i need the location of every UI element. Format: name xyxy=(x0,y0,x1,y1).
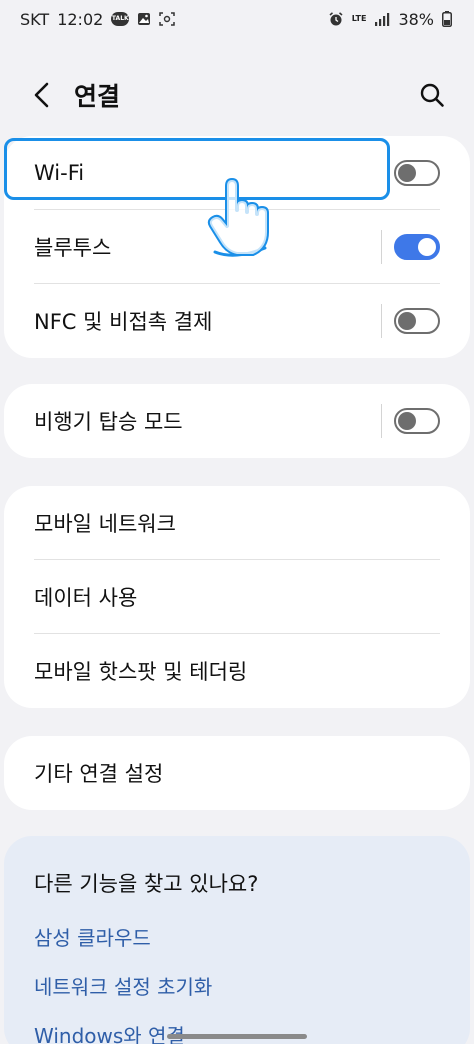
lte-label: LTE xyxy=(351,14,367,23)
connectivity-card: Wi-Fi 블루투스 NFC 및 비접촉 결제 xyxy=(4,136,470,358)
mobile-network-row[interactable]: 모바일 네트워크 xyxy=(4,486,470,560)
airplane-mode-row[interactable]: 비행기 탑승 모드 xyxy=(4,384,470,458)
back-arrow-icon xyxy=(34,82,49,108)
page-title: 연결 xyxy=(74,82,121,111)
search-button[interactable] xyxy=(414,77,450,113)
clock: 12:02 xyxy=(57,9,104,29)
network-card: 모바일 네트워크 데이터 사용 모바일 핫스팟 및 테더링 xyxy=(4,486,470,708)
battery-icon xyxy=(442,11,452,27)
app-header: 연결 xyxy=(0,60,474,130)
talk-icon: TALK xyxy=(111,12,130,26)
toggle-knob xyxy=(418,238,436,256)
gallery-icon xyxy=(137,12,151,26)
divider xyxy=(381,230,382,264)
divider xyxy=(381,404,382,438)
toggle-knob xyxy=(398,412,416,430)
windows-link[interactable]: Windows와 연결 xyxy=(34,1020,440,1044)
nfc-row[interactable]: NFC 및 비접촉 결제 xyxy=(4,284,470,358)
airplane-mode-label: 비행기 탑승 모드 xyxy=(34,410,183,434)
battery-percent: 38% xyxy=(398,9,434,29)
suggestions-card: 다른 기능을 찾고 있나요? 삼성 클라우드 네트워크 설정 초기화 Windo… xyxy=(4,836,470,1044)
nfc-toggle[interactable] xyxy=(394,308,440,334)
toggle-knob xyxy=(398,164,416,182)
airplane-card: 비행기 탑승 모드 xyxy=(4,384,470,458)
samsung-cloud-link[interactable]: 삼성 클라우드 xyxy=(34,922,440,951)
lte-icon: LTE xyxy=(352,15,367,23)
data-usage-row[interactable]: 데이터 사용 xyxy=(4,560,470,634)
more-settings-label: 기타 연결 설정 xyxy=(34,762,164,786)
mobile-network-label: 모바일 네트워크 xyxy=(34,512,176,536)
signal-icon xyxy=(374,12,390,26)
search-icon xyxy=(420,83,444,107)
hotspot-label: 모바일 핫스팟 및 테더링 xyxy=(34,660,248,684)
status-right: LTE 38% xyxy=(328,10,452,29)
toggle-knob xyxy=(398,312,416,330)
suggestions-title: 다른 기능을 찾고 있나요? xyxy=(34,872,259,896)
nfc-label: NFC 및 비접촉 결제 xyxy=(34,310,213,334)
alarm-icon xyxy=(328,11,344,27)
wifi-row[interactable]: Wi-Fi xyxy=(4,136,470,210)
bluetooth-row[interactable]: 블루투스 xyxy=(4,210,470,284)
more-settings-row[interactable]: 기타 연결 설정 xyxy=(4,736,470,810)
hotspot-row[interactable]: 모바일 핫스팟 및 테더링 xyxy=(4,634,470,708)
wifi-label: Wi-Fi xyxy=(34,161,85,185)
airplane-mode-toggle[interactable] xyxy=(394,408,440,434)
more-settings-card: 기타 연결 설정 xyxy=(4,736,470,810)
bluetooth-label: 블루투스 xyxy=(34,236,112,260)
data-usage-label: 데이터 사용 xyxy=(34,586,138,610)
status-left: SKT 12:02 TALK xyxy=(20,9,176,29)
bluetooth-toggle[interactable] xyxy=(394,234,440,260)
network-reset-link[interactable]: 네트워크 설정 초기화 xyxy=(34,971,440,1000)
navigation-handle[interactable] xyxy=(167,1034,307,1039)
screenshot-icon xyxy=(159,12,176,26)
divider xyxy=(381,304,382,338)
status-bar: SKT 12:02 TALK LTE 38% xyxy=(0,0,474,38)
carrier-label: SKT xyxy=(20,9,50,29)
wifi-toggle[interactable] xyxy=(394,160,440,186)
back-button[interactable] xyxy=(24,77,60,113)
